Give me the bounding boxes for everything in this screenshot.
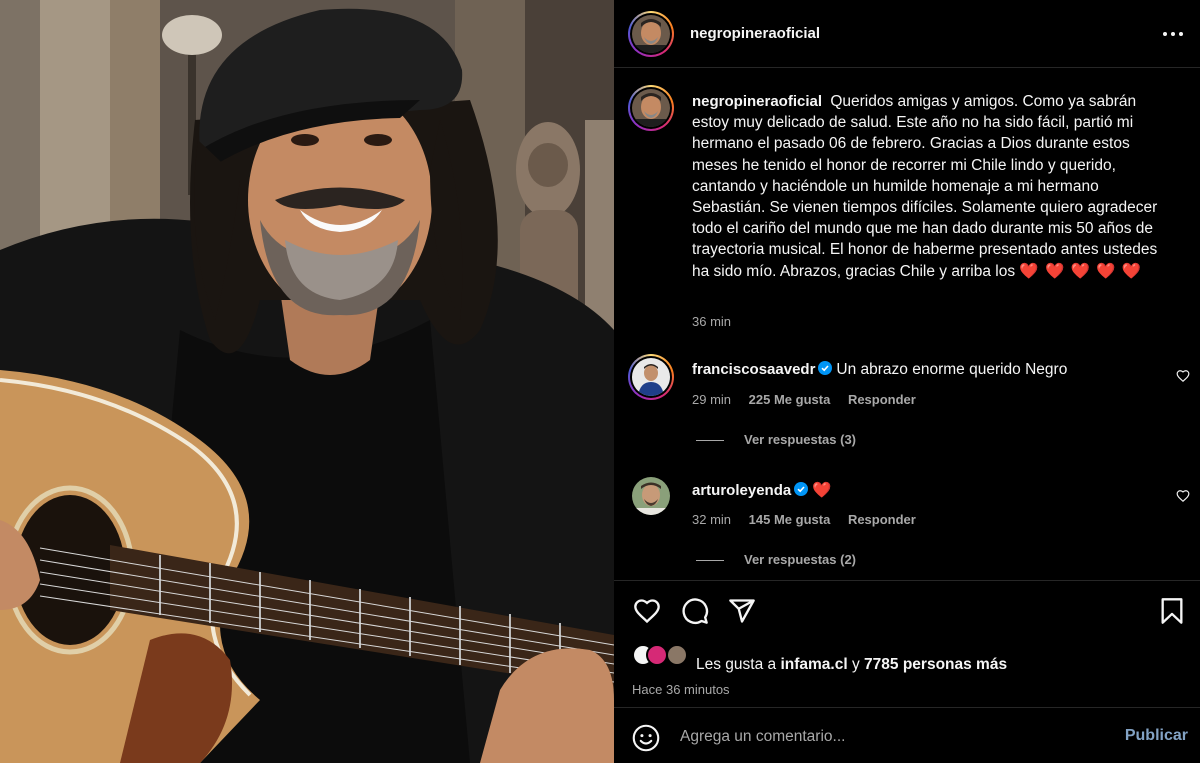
liker-avatar [666, 644, 688, 666]
post-image-illustration [0, 0, 614, 763]
comment-like-heart-icon[interactable] [1176, 489, 1190, 503]
like-heart-icon[interactable] [633, 597, 661, 625]
publish-button[interactable]: Publicar [1125, 727, 1188, 745]
commenter-avatar[interactable] [628, 354, 674, 400]
comment-text: Un abrazo enorme querido Negro [836, 361, 1068, 378]
commenter-username[interactable]: arturoleyenda [692, 482, 791, 499]
post-header: negropineraoficial [614, 0, 1200, 68]
post-actions: Les gusta a infama.cl y 7785 personas má… [614, 580, 1200, 700]
add-comment-bar: Publicar [614, 707, 1200, 763]
comment-text-line: franciscosaavedr Un abrazo enorme querido… [692, 361, 1067, 379]
caption-avatar-image [632, 89, 670, 127]
verified-badge-icon [794, 482, 809, 496]
replies-divider [696, 440, 724, 442]
comment-like-heart-icon[interactable] [1176, 369, 1190, 383]
more-options-icon[interactable] [1162, 24, 1184, 44]
comment-time[interactable]: 29 min [692, 392, 731, 407]
likes-prefix: Les gusta a [696, 656, 777, 673]
reply-button[interactable]: Responder [848, 392, 916, 407]
liker-avatars[interactable] [632, 644, 694, 668]
emoji-icon[interactable] [632, 724, 660, 752]
save-bookmark-icon[interactable] [1158, 597, 1186, 625]
comment-text-line: arturoleyenda ❤️ [692, 481, 832, 500]
share-send-icon[interactable] [728, 597, 756, 625]
post-time-ago[interactable]: Hace 36 minutos [632, 682, 730, 697]
post-author-username[interactable]: negropineraoficial [690, 25, 820, 42]
comment-meta: 29 min 225 Me gusta Responder [692, 392, 930, 407]
comment-input[interactable] [680, 724, 1100, 750]
commenter-username[interactable]: franciscosaavedr [692, 361, 815, 378]
caption-time[interactable]: 36 min [692, 314, 731, 329]
caption-text: negropineraoficial Queridos amigas y ami… [692, 91, 1162, 282]
caption-username[interactable]: negropineraoficial [692, 93, 822, 110]
view-replies-button[interactable]: Ver respuestas (3) [696, 432, 856, 447]
comment-likes[interactable]: 145 Me gusta [749, 512, 831, 527]
commenter-avatar-image [632, 358, 670, 396]
view-replies-label: Ver respuestas (3) [744, 432, 857, 447]
likes-summary: Les gusta a infama.cl y 7785 personas má… [696, 656, 1007, 674]
comment-text: ❤️ [812, 482, 832, 499]
view-replies-button[interactable]: Ver respuestas (2) [696, 552, 856, 567]
caption-avatar[interactable] [628, 85, 674, 131]
caption-body: Queridos amigas y amigos. Como ya sabrán… [692, 93, 1158, 280]
author-avatar[interactable] [628, 11, 674, 57]
others-likes-count[interactable]: 7785 personas más [864, 656, 1007, 673]
liker-avatar [646, 644, 668, 666]
likes-and: y [851, 656, 860, 673]
comment-meta: 32 min 145 Me gusta Responder [692, 512, 930, 527]
commenter-avatar[interactable] [632, 477, 670, 515]
author-avatar-image [632, 15, 670, 53]
verified-badge-icon [818, 361, 833, 375]
comment-bubble-icon[interactable] [681, 597, 709, 625]
post-details-panel: negropineraoficial negropineraoficial Qu… [614, 0, 1200, 763]
view-replies-label: Ver respuestas (2) [744, 552, 857, 567]
post-photo[interactable] [0, 0, 614, 763]
reply-button[interactable]: Responder [848, 512, 916, 527]
liker-username[interactable]: infama.cl [780, 656, 847, 673]
replies-divider [696, 560, 724, 562]
comment-time[interactable]: 32 min [692, 512, 731, 527]
commenter-avatar-image [632, 477, 670, 515]
caption-hearts: ❤️ ❤️ ❤️ ❤️ ❤️ [1019, 262, 1143, 280]
comment-likes[interactable]: 225 Me gusta [749, 392, 831, 407]
